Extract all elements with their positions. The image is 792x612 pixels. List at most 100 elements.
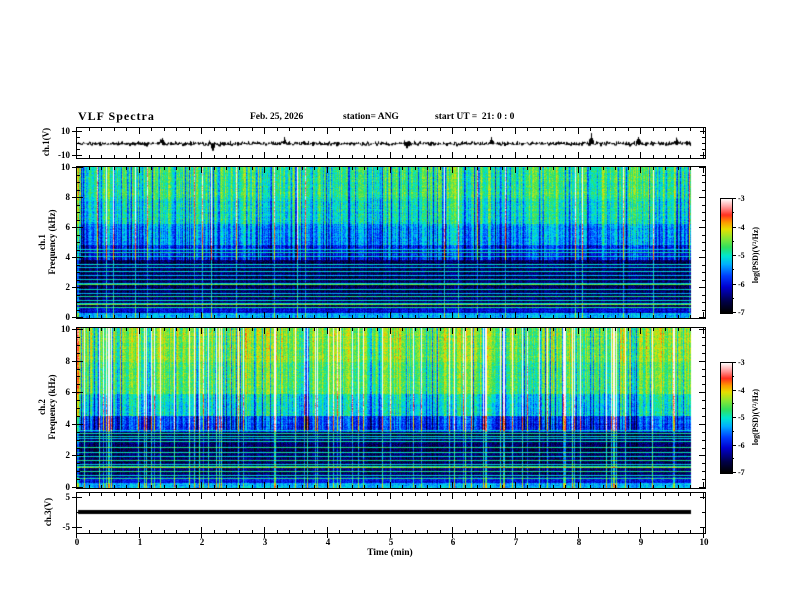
x-minor-tick (565, 167, 566, 170)
x-tick-label: 6 (450, 537, 456, 547)
x-minor-tick (553, 328, 554, 331)
x-minor-tick (440, 128, 441, 131)
vlf-spectra-plot: VLF Spectra Feb. 25, 2026 station= ANG s… (0, 0, 792, 612)
y-major-tick (700, 155, 705, 156)
x-minor-tick (603, 328, 604, 331)
x-minor-tick (314, 315, 315, 318)
y-minor-tick (702, 369, 705, 370)
x-minor-tick (678, 493, 679, 496)
x-minor-tick (89, 328, 90, 331)
x-minor-tick (176, 128, 177, 131)
x-minor-tick (603, 530, 604, 533)
y-minor-tick (699, 455, 705, 456)
x-minor-tick (527, 328, 528, 331)
x-minor-tick (377, 167, 378, 170)
x-minor-tick (465, 128, 466, 131)
x-minor-tick (565, 485, 566, 488)
x-minor-tick (277, 155, 278, 158)
x-minor-tick (139, 493, 140, 499)
x-minor-tick (201, 482, 202, 488)
x-minor-tick (101, 167, 102, 170)
x-minor-tick (239, 493, 240, 496)
x-minor-tick (176, 315, 177, 318)
x-tick-label: 5 (388, 537, 394, 547)
x-minor-tick (201, 328, 202, 334)
y-minor-tick (77, 235, 80, 236)
x-minor-tick (690, 328, 691, 331)
x-minor-tick (402, 328, 403, 331)
y-minor-tick (77, 455, 83, 456)
x-minor-tick (665, 530, 666, 533)
x-minor-tick (553, 530, 554, 533)
colorbar-tick (732, 227, 736, 228)
x-minor-tick (314, 485, 315, 488)
x-minor-tick (189, 485, 190, 488)
x-minor-tick (440, 315, 441, 318)
x-minor-tick (176, 485, 177, 488)
y-minor-tick (77, 479, 80, 480)
x-minor-tick (427, 315, 428, 318)
x-minor-tick (477, 167, 478, 170)
x-minor-tick (176, 328, 177, 331)
x-minor-tick (126, 328, 127, 331)
colorbar-tick (732, 472, 736, 473)
x-minor-tick (239, 315, 240, 318)
x-minor-tick (640, 152, 641, 158)
x-minor-tick (114, 167, 115, 170)
x-minor-tick (527, 167, 528, 170)
y-minor-tick (699, 361, 705, 362)
x-minor-tick (289, 493, 290, 496)
x-minor-tick (440, 530, 441, 533)
x-minor-tick (364, 315, 365, 318)
x-minor-tick (640, 482, 641, 488)
x-minor-tick (477, 155, 478, 158)
y-minor-tick (702, 432, 705, 433)
y-minor-tick (77, 242, 80, 243)
x-minor-tick (402, 493, 403, 496)
x-tick-label: 2 (199, 537, 205, 547)
y-minor-tick (77, 376, 80, 377)
y-minor-tick (77, 182, 80, 183)
x-minor-tick (151, 328, 152, 331)
y-minor-tick (702, 463, 705, 464)
x-minor-tick (452, 312, 453, 318)
x-minor-tick (615, 530, 616, 533)
x-minor-tick (101, 128, 102, 131)
colorbar-tick (732, 284, 736, 285)
x-minor-tick (189, 128, 190, 131)
y-minor-tick (77, 432, 80, 433)
x-minor-tick (252, 530, 253, 533)
x-minor-tick (126, 167, 127, 170)
x-minor-tick (364, 155, 365, 158)
y-minor-tick (702, 295, 705, 296)
x-minor-tick (364, 167, 365, 170)
x-minor-tick (477, 315, 478, 318)
x-minor-tick (302, 493, 303, 496)
x-minor-tick (277, 485, 278, 488)
x-tick-label: 0 (74, 537, 80, 547)
colorbar-tick-label: -5 (738, 251, 745, 260)
ch1-spectrogram-canvas (77, 167, 705, 318)
x-minor-tick (390, 527, 391, 533)
x-minor-tick (327, 312, 328, 318)
x-minor-tick (151, 485, 152, 488)
y-major-tick (72, 167, 76, 168)
x-minor-tick (314, 493, 315, 496)
x-minor-tick (578, 167, 579, 173)
x-minor-tick (678, 167, 679, 170)
x-minor-tick (553, 315, 554, 318)
x-minor-tick (277, 315, 278, 318)
y-minor-tick (702, 408, 705, 409)
x-minor-tick (352, 155, 353, 158)
x-minor-tick (565, 315, 566, 318)
colorbar-ch2-canvas (721, 363, 732, 473)
x-minor-tick (114, 485, 115, 488)
x-minor-tick (402, 128, 403, 131)
x-minor-tick (477, 128, 478, 131)
y-minor-tick (702, 384, 705, 385)
y-minor-tick (77, 197, 83, 198)
y-major-tick (72, 197, 76, 198)
y-minor-tick (77, 361, 83, 362)
x-minor-tick (377, 493, 378, 496)
x-minor-tick (653, 128, 654, 131)
